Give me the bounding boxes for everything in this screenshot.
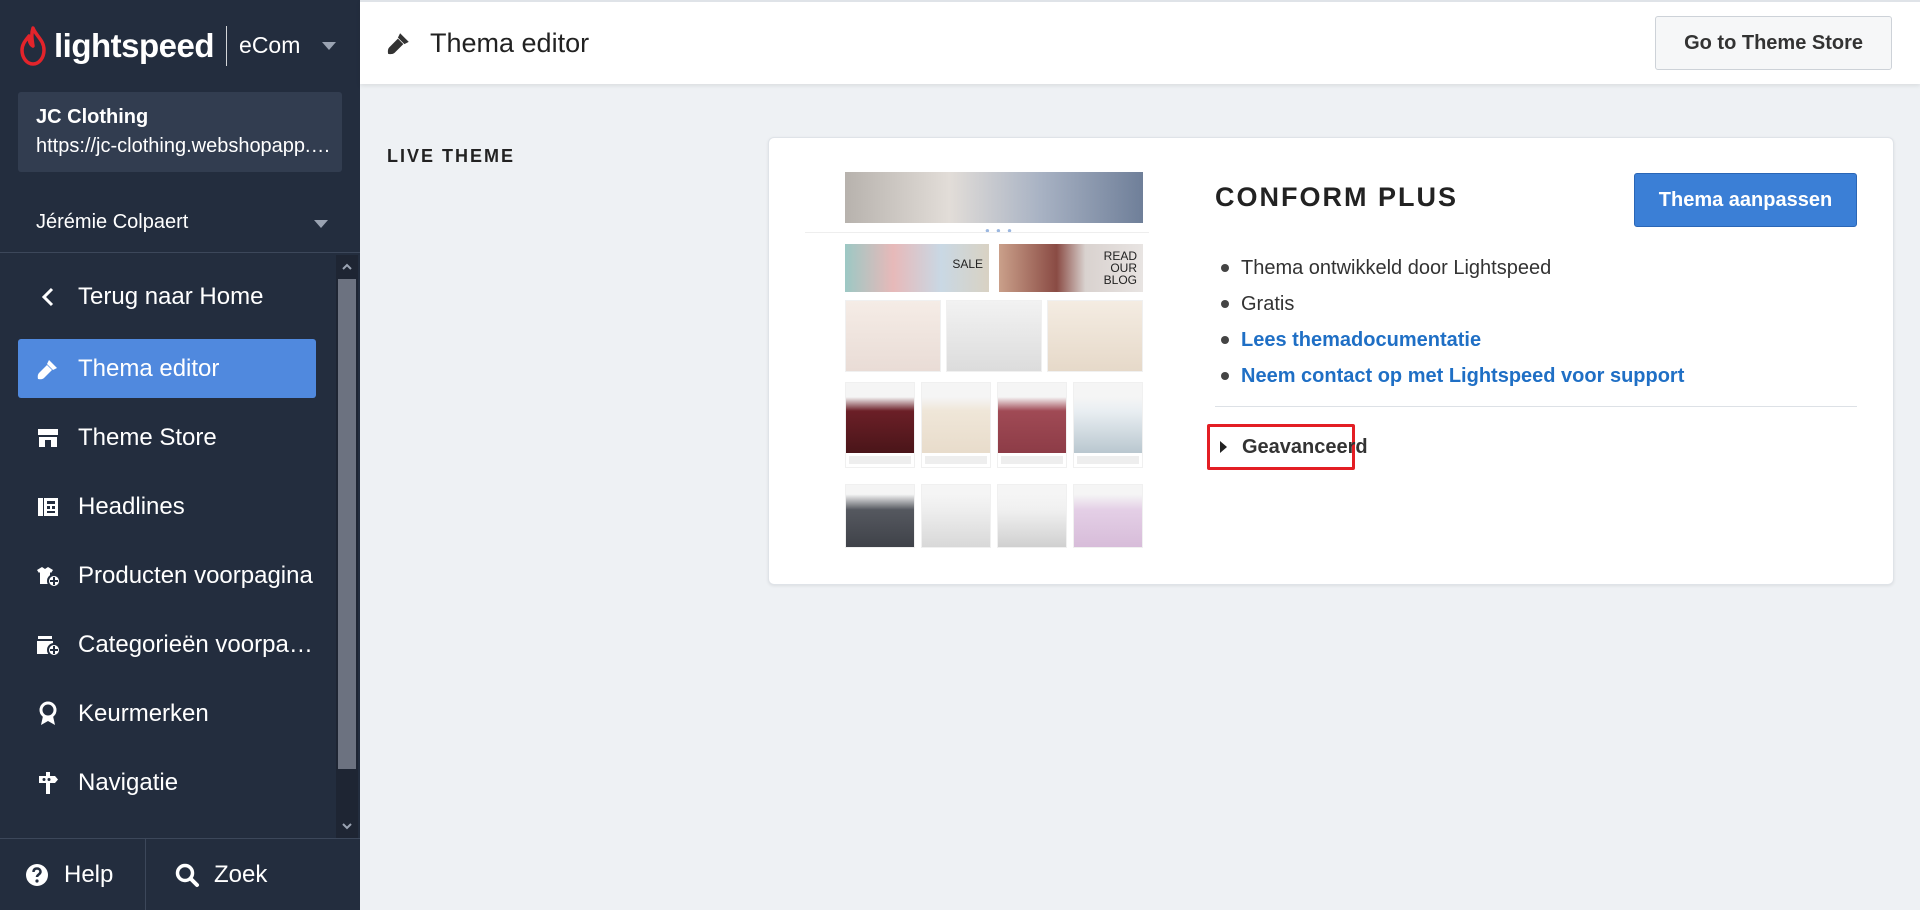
preview-sale-label: SALE	[952, 257, 983, 271]
preview-product-row	[845, 300, 1143, 372]
list-item: Lees themadocumentatie	[1221, 322, 1684, 358]
theme-documentation-link[interactable]: Lees themadocumentatie	[1241, 322, 1481, 358]
search-label: Zoek	[214, 860, 268, 888]
scrollbar-thumb[interactable]	[338, 279, 356, 769]
preview-product-tile	[1047, 300, 1143, 372]
preview-product-tile	[1073, 484, 1143, 548]
brand-header: lightspeed eCom	[0, 0, 360, 91]
sidebar-item-home[interactable]: Terug naar Home	[18, 267, 316, 326]
caret-right-icon	[1220, 441, 1227, 453]
user-menu[interactable]: Jérémie Colpaert	[0, 192, 360, 252]
preview-product-tile	[845, 382, 915, 468]
preview-product-tile	[845, 300, 941, 372]
scroll-up-icon[interactable]	[341, 261, 353, 273]
go-to-theme-store-button[interactable]: Go to Theme Store	[1655, 16, 1892, 70]
preview-divider	[805, 232, 1149, 233]
preview-product-tile	[997, 484, 1067, 548]
preview-product-row	[845, 484, 1143, 548]
sidebar-item-label: Categorieën voorpagina	[78, 630, 314, 658]
section-label: LIVE THEME	[387, 146, 516, 166]
search-button[interactable]: Zoek	[146, 839, 267, 910]
preview-product-tile	[946, 300, 1042, 372]
user-menu-caret-icon	[314, 220, 328, 228]
page-header: Thema editor Go to Theme Store	[360, 0, 1920, 84]
brand-name: lightspeed	[54, 26, 215, 64]
lightspeed-logo[interactable]: lightspeed	[18, 25, 215, 66]
card-divider	[1215, 406, 1857, 407]
sidebar-nav: Terug naar Home Thema editor Theme Store…	[0, 255, 336, 838]
preview-blog-promo: READ OUR BLOG	[999, 244, 1143, 292]
sidebar-item-label: Navigatie	[78, 768, 179, 796]
preview-product-tile	[1073, 382, 1143, 468]
sidebar-item-navigatie[interactable]: Navigatie	[18, 753, 316, 812]
customize-theme-button[interactable]: Thema aanpassen	[1634, 173, 1857, 227]
preview-blog-label: READ OUR BLOG	[1103, 249, 1137, 287]
theme-features-list: Thema ontwikkeld door Lightspeed Gratis …	[1221, 250, 1684, 394]
feature-text: Gratis	[1241, 293, 1295, 315]
shop-url: https://jc-clothing.webshopapp.com	[36, 135, 336, 157]
search-icon	[174, 862, 200, 888]
sidebar-item-label: Producten voorpagina	[78, 561, 313, 589]
brush-icon	[386, 30, 412, 56]
theme-name: CONFORM PLUS	[1215, 182, 1458, 212]
newspaper-icon	[18, 495, 78, 519]
product-switcher-caret-icon[interactable]	[322, 42, 336, 50]
signpost-icon	[18, 770, 78, 796]
badge-icon	[18, 701, 78, 727]
contact-support-link[interactable]: Neem contact op met Lightspeed voor supp…	[1241, 358, 1684, 394]
sidebar-item-products-frontpage[interactable]: Producten voorpagina	[18, 546, 316, 605]
sidebar-item-label: Theme Store	[78, 423, 217, 451]
scroll-down-icon[interactable]	[341, 820, 353, 832]
preview-slider-dots: ● ● ●	[985, 226, 1014, 235]
product-frontpage-icon	[18, 564, 78, 588]
sidebar-bottom-bar: Help Zoek	[0, 838, 360, 910]
shop-name: JC Clothing	[36, 106, 149, 128]
sidebar-item-categories-frontpage[interactable]: Categorieën voorpagina	[18, 615, 316, 674]
brush-icon	[18, 357, 78, 381]
preview-product-row	[845, 382, 1143, 468]
preview-product-tile	[845, 484, 915, 548]
sidebar-item-theme-editor[interactable]: Thema editor	[18, 339, 316, 398]
user-name: Jérémie Colpaert	[36, 210, 189, 233]
advanced-label: Geavanceerd	[1242, 435, 1368, 458]
help-icon	[24, 862, 50, 888]
preview-banner	[845, 172, 1143, 223]
help-button[interactable]: Help	[0, 839, 146, 910]
preview-product-tile	[921, 382, 991, 468]
help-label: Help	[64, 860, 114, 888]
sidebar-item-label: Terug naar Home	[78, 282, 264, 310]
list-item: Gratis	[1221, 286, 1684, 322]
preview-product-tile	[921, 484, 991, 548]
sidebar-item-theme-store[interactable]: Theme Store	[18, 408, 316, 467]
brand-product: eCom	[239, 32, 301, 58]
chevron-left-icon	[18, 287, 78, 307]
list-item: Neem contact op met Lightspeed voor supp…	[1221, 358, 1684, 394]
sidebar-item-headlines[interactable]: Headlines	[18, 477, 316, 536]
feature-text: Thema ontwikkeld door Lightspeed	[1241, 257, 1552, 279]
list-item: Thema ontwikkeld door Lightspeed	[1221, 250, 1684, 286]
page-title: Thema editor	[430, 27, 590, 58]
brand-separator	[226, 25, 228, 66]
live-theme-card: ● ● ● SALE READ OUR BLOG CONFORM PLUS Th…	[768, 137, 1894, 585]
sidebar: lightspeed eCom JC Clothing https://jc-c…	[0, 0, 360, 910]
flame-icon	[20, 25, 46, 66]
shop-switcher[interactable]: JC Clothing https://jc-clothing.webshopa…	[18, 92, 342, 172]
sidebar-item-label: Headlines	[78, 492, 185, 520]
store-icon	[18, 426, 78, 450]
sidebar-item-label: Keurmerken	[78, 699, 209, 727]
sidebar-divider	[0, 252, 360, 253]
sidebar-item-keurmerken[interactable]: Keurmerken	[18, 684, 316, 743]
preview-sale-promo: SALE	[845, 244, 989, 292]
sidebar-scrollbar[interactable]	[336, 255, 358, 838]
preview-product-tile	[997, 382, 1067, 468]
theme-preview-image[interactable]: ● ● ● SALE READ OUR BLOG	[805, 172, 1149, 552]
sidebar-item-label: Thema editor	[78, 354, 220, 382]
advanced-toggle[interactable]: Geavanceerd	[1207, 424, 1368, 470]
category-frontpage-icon	[18, 633, 78, 657]
